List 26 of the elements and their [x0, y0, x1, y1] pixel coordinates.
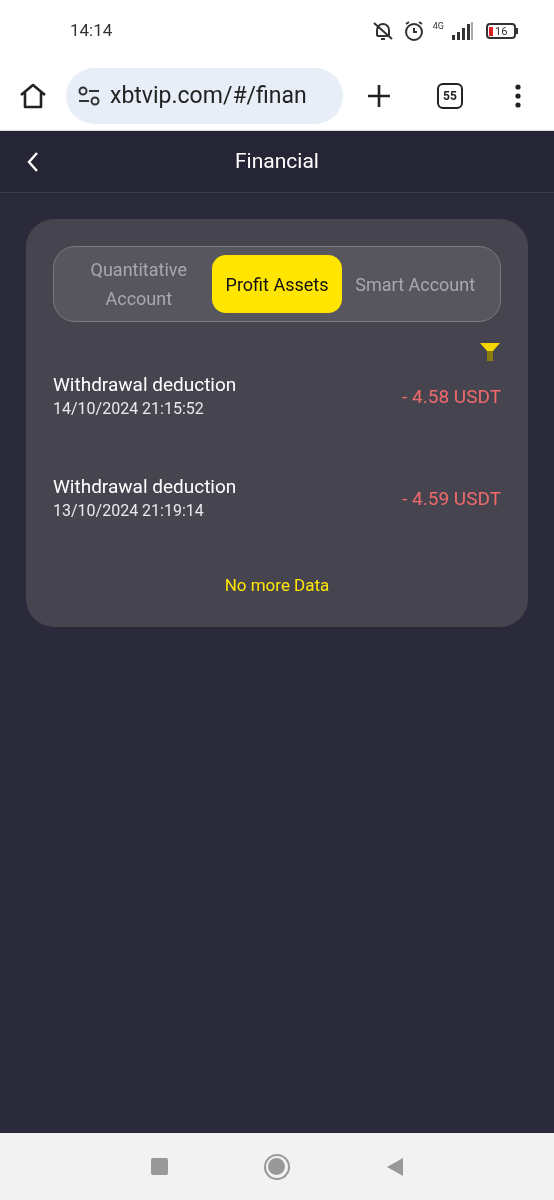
recents-button[interactable]: [150, 1158, 168, 1175]
site-settings-icon[interactable]: [78, 86, 100, 106]
home-button[interactable]: [263, 1153, 290, 1180]
signal-icon: [452, 22, 474, 40]
record-amount: - 4.59 USDT: [402, 485, 501, 512]
end-of-list-note: No more Data: [224, 574, 330, 597]
record-amount: - 4.58 USDT: [402, 383, 501, 410]
battery-icon: 16: [486, 23, 518, 39]
tab-count-button[interactable]: 55: [437, 83, 463, 109]
network-label: 4G: [432, 21, 444, 31]
url-text: xbtvip.com/#/finan: [110, 80, 307, 111]
record-title: Withdrawal deduction: [53, 475, 237, 499]
back-button-icon[interactable]: [385, 1156, 404, 1177]
page-title: Financial: [235, 147, 319, 175]
record-title: Withdrawal deduction: [53, 373, 237, 397]
home-icon[interactable]: [18, 82, 48, 110]
filter-icon[interactable]: [479, 342, 501, 362]
more-icon[interactable]: [515, 84, 521, 108]
alarm-icon: [402, 20, 425, 42]
account-tab[interactable]: Profit Assets: [211, 255, 343, 313]
record-time: 14/10/2024 21:15:52: [53, 398, 205, 420]
record-time: 13/10/2024 21:19:14: [53, 500, 205, 522]
back-icon[interactable]: [26, 150, 40, 173]
plus-icon[interactable]: [367, 84, 391, 108]
status-time: 14:14: [70, 19, 113, 43]
address-bar[interactable]: xbtvip.com/#/finan: [66, 68, 343, 124]
